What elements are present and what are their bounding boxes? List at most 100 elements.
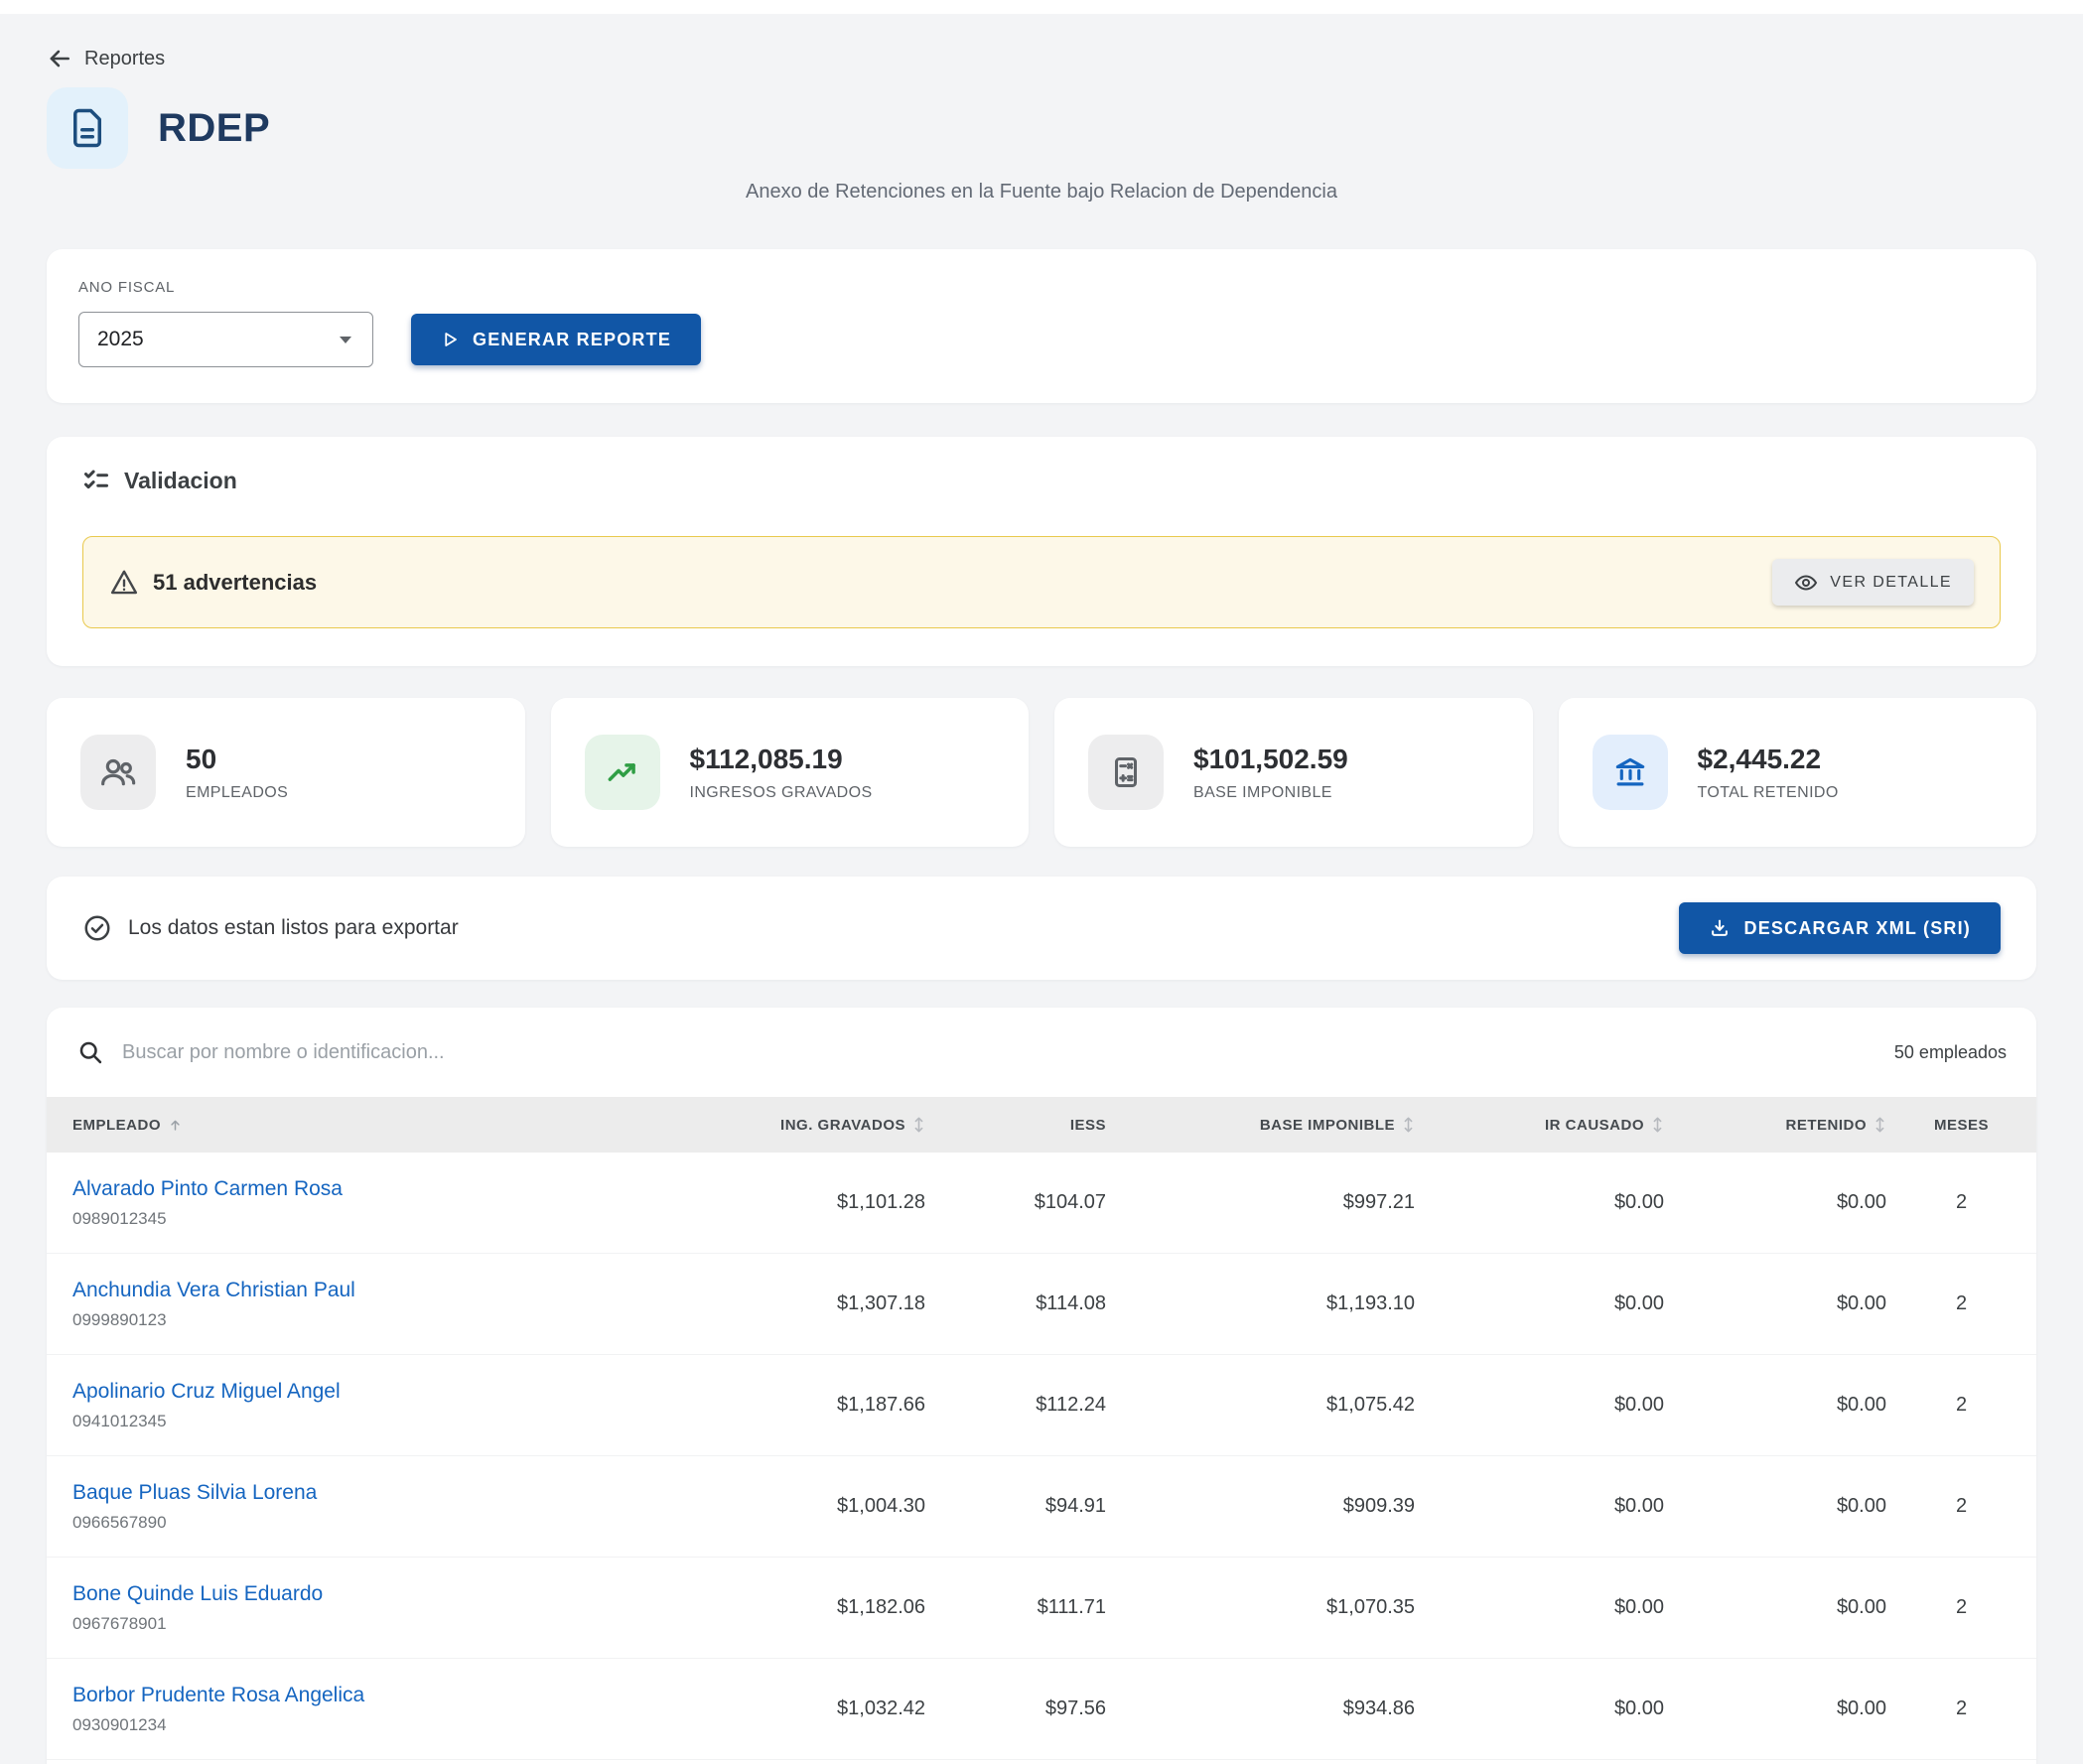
cell-ir-causado: $0.00	[1415, 1394, 1664, 1417]
cell-base-imponible: $909.39	[1106, 1495, 1415, 1518]
table-row: Apolinario Cruz Miguel Angel 0941012345 …	[47, 1355, 2036, 1456]
table-row: Bone Quinde Luis Eduardo 0967678901 $1,1…	[47, 1558, 2036, 1659]
search-input[interactable]	[122, 1041, 1876, 1064]
cell-meses: 2	[1886, 1697, 2036, 1720]
validation-card: Validacion 51 advertencias VER DETALLE	[47, 437, 2036, 666]
eye-icon	[1794, 571, 1818, 595]
download-xml-button[interactable]: DESCARGAR XML (SRI)	[1679, 902, 2001, 954]
cell-iess: $97.56	[925, 1697, 1106, 1720]
cell-meses: 2	[1886, 1495, 2036, 1518]
employee-id: 0967678901	[72, 1614, 583, 1634]
cell-ir-causado: $0.00	[1415, 1191, 1664, 1214]
cell-ir-causado: $0.00	[1415, 1697, 1664, 1720]
calculator-icon	[1088, 735, 1164, 810]
table-row: Alvarado Pinto Carmen Rosa 0989012345 $1…	[47, 1153, 2036, 1254]
column-header-ir-causado[interactable]: IR CAUSADO	[1415, 1117, 1664, 1134]
export-card: Los datos estan listos para exportar DES…	[47, 877, 2036, 980]
export-status-text: Los datos estan listos para exportar	[128, 916, 459, 940]
cell-base-imponible: $1,193.10	[1106, 1292, 1415, 1315]
employee-name-link[interactable]: Borbor Prudente Rosa Angelica	[72, 1684, 364, 1707]
stat-label: INGRESOS GRAVADOS	[690, 784, 873, 802]
cell-ing-gravados: $1,101.28	[583, 1191, 925, 1214]
stat-value: $112,085.19	[690, 744, 873, 775]
play-icon	[441, 331, 459, 348]
table-row: Borbor Prudente Rosa Angelica 0930901234…	[47, 1659, 2036, 1760]
cell-meses: 2	[1886, 1191, 2036, 1214]
cell-iess: $104.07	[925, 1191, 1106, 1214]
fiscal-year-select[interactable]: 2025	[78, 312, 373, 367]
generate-report-label: GENERAR REPORTE	[473, 330, 671, 350]
cell-meses: 2	[1886, 1394, 2036, 1417]
cell-base-imponible: $934.86	[1106, 1697, 1415, 1720]
cell-ir-causado: $0.00	[1415, 1292, 1664, 1315]
cell-retenido: $0.00	[1664, 1394, 1886, 1417]
cell-iess: $94.91	[925, 1495, 1106, 1518]
stat-label: BASE IMPONIBLE	[1193, 784, 1348, 802]
caret-down-icon	[339, 336, 352, 344]
column-header-base-imponible[interactable]: BASE IMPONIBLE	[1106, 1117, 1415, 1134]
sort-both-icon	[1651, 1117, 1664, 1133]
ver-detalle-label: VER DETALLE	[1830, 574, 1952, 592]
employee-name-link[interactable]: Bone Quinde Luis Eduardo	[72, 1582, 323, 1606]
cell-ing-gravados: $1,182.06	[583, 1596, 925, 1619]
check-circle-icon	[82, 913, 112, 943]
sort-both-icon	[1874, 1117, 1886, 1133]
download-icon	[1709, 917, 1731, 939]
employee-id: 0989012345	[72, 1209, 583, 1229]
column-header-retenido[interactable]: RETENIDO	[1664, 1117, 1886, 1134]
column-header-ing-gravados[interactable]: ING. GRAVADOS	[583, 1117, 925, 1134]
cell-retenido: $0.00	[1664, 1292, 1886, 1315]
back-link-label: Reportes	[84, 48, 165, 70]
validation-title: Validacion	[124, 468, 237, 494]
checklist-icon	[82, 467, 110, 494]
stat-card-base-imponible: $101,502.59 BASE IMPONIBLE	[1054, 698, 1533, 847]
document-icon	[67, 107, 108, 149]
people-icon	[80, 735, 156, 810]
employees-table-card: 50 empleados EMPLEADO ING. GRAVADOS IESS	[47, 1008, 2036, 1764]
employee-name-link[interactable]: Apolinario Cruz Miguel Angel	[72, 1380, 341, 1404]
employee-name-link[interactable]: Alvarado Pinto Carmen Rosa	[72, 1177, 343, 1201]
employee-count: 50 empleados	[1894, 1042, 2007, 1063]
cell-iess: $112.24	[925, 1394, 1106, 1417]
cell-retenido: $0.00	[1664, 1697, 1886, 1720]
top-strip	[0, 0, 2083, 14]
ver-detalle-button[interactable]: VER DETALLE	[1772, 559, 1974, 606]
stat-value: 50	[186, 744, 288, 775]
stat-label: TOTAL RETENIDO	[1698, 784, 1839, 802]
warnings-count-text: 51 advertencias	[153, 570, 317, 596]
table-row: Baque Pluas Silvia Lorena 0966567890 $1,…	[47, 1456, 2036, 1558]
bank-icon	[1593, 735, 1668, 810]
table-header-row: EMPLEADO ING. GRAVADOS IESS BASE IMPONIB…	[47, 1097, 2036, 1153]
fiscal-year-value: 2025	[97, 328, 144, 351]
cell-meses: 2	[1886, 1596, 2036, 1619]
back-link[interactable]: Reportes	[47, 46, 165, 71]
sort-asc-icon	[168, 1118, 183, 1133]
sort-both-icon	[1402, 1117, 1415, 1133]
cell-ir-causado: $0.00	[1415, 1495, 1664, 1518]
stat-value: $101,502.59	[1193, 744, 1348, 775]
cell-meses: 2	[1886, 1292, 2036, 1315]
employee-name-link[interactable]: Anchundia Vera Christian Paul	[72, 1279, 355, 1302]
warning-icon	[109, 568, 139, 598]
column-header-iess: IESS	[925, 1117, 1106, 1134]
employee-name-link[interactable]: Baque Pluas Silvia Lorena	[72, 1481, 317, 1505]
fiscal-year-label: ANO FISCAL	[78, 279, 2005, 296]
cell-ing-gravados: $1,032.42	[583, 1697, 925, 1720]
cell-iess: $111.71	[925, 1596, 1106, 1619]
cell-iess: $114.08	[925, 1292, 1106, 1315]
warnings-banner: 51 advertencias VER DETALLE	[82, 536, 2001, 628]
column-header-meses: MESES	[1886, 1117, 2036, 1134]
generate-report-button[interactable]: GENERAR REPORTE	[411, 314, 701, 365]
cell-ing-gravados: $1,187.66	[583, 1394, 925, 1417]
employee-id: 0941012345	[72, 1412, 583, 1431]
column-header-empleado[interactable]: EMPLEADO	[47, 1117, 583, 1134]
sort-both-icon	[912, 1117, 925, 1133]
cell-base-imponible: $997.21	[1106, 1191, 1415, 1214]
download-xml-label: DESCARGAR XML (SRI)	[1744, 918, 1971, 939]
report-icon-tile	[47, 87, 128, 169]
cell-ing-gravados: $1,004.30	[583, 1495, 925, 1518]
stat-label: EMPLEADOS	[186, 784, 288, 802]
employee-id: 0966567890	[72, 1513, 583, 1533]
search-icon	[76, 1038, 104, 1066]
rdep-report-page: Reportes RDEP Anexo de Retenciones en la…	[0, 0, 2083, 1764]
